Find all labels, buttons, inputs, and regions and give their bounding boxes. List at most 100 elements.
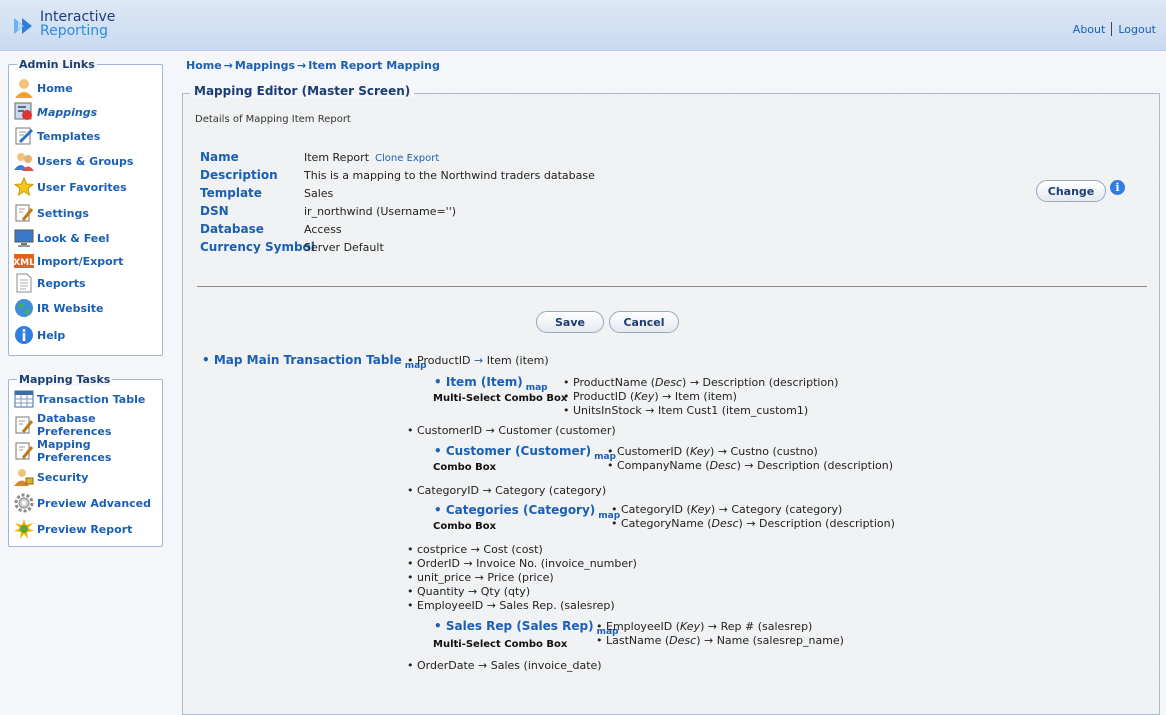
star-icon [14,177,34,197]
app-logo[interactable]: Interactive Reporting [12,10,115,44]
clone-export-link[interactable]: Clone Export [375,153,439,164]
tree-row-target: ) → Rep # (salesrep) [700,620,813,633]
tree-row-text: CategoryName ( [621,517,712,530]
control-type: Combo Box [433,521,497,532]
logo-arrows-icon [14,18,32,34]
task-transaction-table[interactable]: Transaction Table [14,388,145,410]
map-customer[interactable]: • Customer (Customer) map [434,444,616,462]
tree-row: • Quantity → Qty (qty) [407,585,531,598]
settings-icon [14,415,34,435]
header-bar: Interactive Reporting About Logout [0,0,1166,51]
breadcrumb-mappings[interactable]: Mappings [235,59,295,72]
task-label: Mapping Preferences [37,438,112,464]
sidebar-item-settings[interactable]: Settings [14,202,89,224]
task-preview-report[interactable]: Preview Report [14,518,132,540]
breadcrumb-current: Item Report Mapping [308,59,440,72]
sidebar-item-import-export[interactable]: XML Import/Export [14,250,123,272]
sidebar-item-help[interactable]: Help [14,324,65,346]
map-sales-rep[interactable]: • Sales Rep (Sales Rep) map [434,619,618,637]
tree-row: • OrderID → Invoice No. (invoice_number) [407,557,637,570]
tree-row-role: Desc [709,459,737,472]
sidebar-item-label: User Favorites [37,180,127,194]
top-links-divider [1111,22,1113,36]
tree-row: • CompanyName (Desc) → Description (desc… [607,459,893,472]
breadcrumb: Home → Mappings → Item Report Mapping [186,59,440,72]
tree-row-text: OrderID → Invoice No. (invoice_number) [417,557,637,570]
sidebar-item-reports[interactable]: Reports [14,272,86,294]
mapping-editor-title: Mapping Editor (Master Screen) [190,84,415,98]
control-type: Combo Box [433,462,497,473]
tree-node-label: Sales Rep (Sales Rep) [445,619,594,633]
top-links: About Logout [1073,22,1156,36]
task-label: Transaction Table [37,392,146,406]
tree-row-target: ) → Item (item) [654,390,737,403]
sidebar-item-look-feel[interactable]: Look & Feel [14,227,109,249]
tree-row-target: ) → Description (description) [738,517,895,530]
field-value-dsn: ir_northwind (Username='') [304,205,457,218]
logout-link[interactable]: Logout [1118,23,1156,36]
sidebar-item-label: Import/Export [37,254,124,268]
field-label-dsn: DSN [200,204,229,218]
task-preview-advanced[interactable]: Preview Advanced [14,492,151,514]
mappings-icon [14,102,34,122]
tree-row: • CategoryID → Category (category) [407,484,607,497]
sidebar-item-label: Users & Groups [37,154,134,168]
task-mapping-preferences[interactable]: Mapping Preferences [14,438,162,464]
map-categories[interactable]: • Categories (Category) map [434,503,620,521]
about-link[interactable]: About [1073,23,1106,36]
breadcrumb-arrow: → [297,59,307,72]
breadcrumb-home[interactable]: Home [186,59,222,72]
map-link[interactable]: map [526,383,548,393]
templates-icon [14,126,34,146]
logo-line2: Reporting [40,23,109,39]
tree-row: • ProductID → Item (item) [407,354,549,367]
tree-row-text: costprice → Cost (cost) [417,543,543,556]
tree-root-label: Map Main Transaction Table [213,353,402,367]
tree-row: • ProductID (Key) → Item (item) [563,390,737,403]
tree-row-arrow: → [473,354,484,367]
tree-row: • OrderDate → Sales (invoice_date) [407,659,602,672]
tree-row-target: ) → Custno (custno) [710,445,818,458]
sidebar-item-user-favorites[interactable]: User Favorites [14,176,127,198]
xml-icon: XML [14,251,34,271]
tree-row-text: OrderDate → Sales (invoice_date) [417,659,602,672]
tree-row-text: unit_price → Price (price) [417,571,554,584]
tree-row-target: Item (item) [486,354,549,367]
details-caption: Details of Mapping Item Report [195,114,351,125]
cancel-button[interactable]: Cancel [609,311,679,333]
tree-node-label: Categories (Category) [445,503,596,517]
tree-row: • CategoryName (Desc) → Description (des… [611,517,895,530]
sidebar-item-home[interactable]: Home [14,77,73,99]
save-button[interactable]: Save [536,311,604,333]
sidebar-item-label: Look & Feel [37,231,110,245]
tree-row: • LastName (Desc) → Name (salesrep_name) [596,634,844,647]
task-security[interactable]: Security [14,466,88,488]
monitor-icon [14,228,34,248]
globe-icon [14,298,34,318]
map-main-transaction-table[interactable]: • Map Main Transaction Table map [202,353,427,371]
tree-row: • costprice → Cost (cost) [407,543,543,556]
sidebar-item-ir-website[interactable]: IR Website [14,297,104,319]
field-label-name: Name [200,150,239,164]
table-icon [14,389,34,409]
tree-row-text: UnitsInStock → Item Cust1 (item_custom1) [573,404,809,417]
sidebar-item-label: IR Website [37,301,104,315]
tree-row-text: ProductID ( [573,390,635,403]
gear-icon [14,493,34,513]
task-database-preferences[interactable]: Database Preferences [14,412,162,438]
tree-row: • CustomerID → Customer (customer) [407,424,616,437]
sidebar-item-label: Mappings [37,105,98,119]
sidebar-item-users-groups[interactable]: Users & Groups [14,150,133,172]
map-item[interactable]: • Item (Item) map [434,375,548,393]
info-icon[interactable]: i [1110,180,1125,195]
sidebar-item-label: Reports [37,276,86,290]
sidebar-item-mappings[interactable]: Mappings [14,101,97,123]
mapping-tasks-panel: Mapping Tasks Transaction Table Database… [8,373,163,547]
tree-row: • CategoryID (Key) → Category (category) [611,503,843,516]
section-divider [197,286,1147,287]
change-button[interactable]: Change [1036,180,1106,202]
sidebar-item-templates[interactable]: Templates [14,125,100,147]
control-type: Multi-Select Combo Box [433,639,568,650]
tree-row-role: Key [634,390,655,403]
field-value-currency: Server Default [304,241,384,254]
